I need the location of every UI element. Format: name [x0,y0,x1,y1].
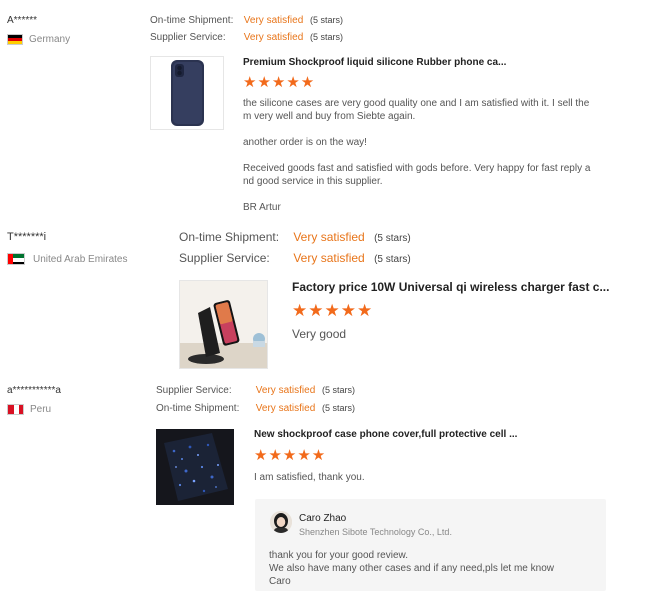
reply-text-line: thank you for your good review. [269,550,408,561]
rating-value: Very satisfied [255,403,316,414]
rating-label: On-time Shipment: [156,403,240,414]
rating-value: Very satisfied [255,385,316,396]
product-title[interactable]: New shockproof case phone cover,full pro… [254,429,517,440]
seller-reply: Caro Zhao Shenzhen Sibote Technology Co.… [255,499,606,591]
rating-label: Supplier Service: [156,385,232,396]
person-avatar-icon [270,511,292,533]
product-image[interactable] [156,429,234,505]
star-rating: ★★★★★ [254,447,327,464]
rating-row: Supplier Service: Very satisfied (5 star… [156,385,355,396]
rating-row: On-time Shipment: Very satisfied (5 star… [156,403,355,414]
review-text-line: I am satisfied, thank you. [254,472,365,483]
reviewer-country: Peru [30,404,52,415]
review-card: a***********a Peru Supplier Service: Ver… [0,0,650,600]
avatar [270,511,292,533]
rating-stars-count: (5 stars) [322,403,356,413]
rating-stars-count: (5 stars) [322,385,356,395]
reply-text-line: Caro [269,576,291,587]
peru-flag-icon [7,404,24,415]
reply-author-company: Shenzhen Sibote Technology Co., Ltd. [299,527,452,537]
starry-phone-cover-icon [156,429,234,505]
reply-text-line: We also have many other cases and if any… [269,563,554,574]
reviewer-name: a***********a [7,385,61,396]
reply-author-name: Caro Zhao [299,513,347,524]
